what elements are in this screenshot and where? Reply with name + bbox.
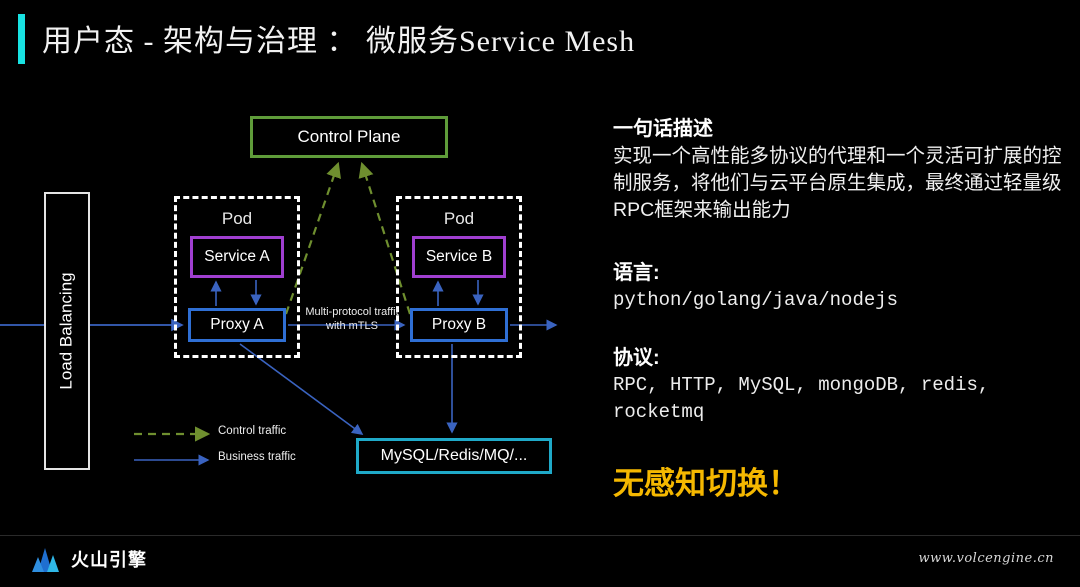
multi-protocol-label: Multi-protocol traffit with mTLS — [286, 306, 418, 334]
footer-website: www.volcengine.cn — [918, 551, 1054, 566]
legend-row-control: Control traffic — [132, 422, 342, 448]
multi-protocol-line1: Multi-protocol traffit — [305, 306, 399, 318]
brand-name: 火山引擎 — [71, 550, 147, 570]
load-balancing-box[interactable]: Load Balancing — [44, 192, 90, 470]
summary-body: 实现一个高性能多协议的代理和一个灵活可扩展的控制服务，将他们与云平台原生集成，最… — [613, 145, 1062, 221]
page-title: 用户态 - 架构与治理 ： 微服务Service Mesh — [42, 25, 636, 58]
footer-divider — [0, 535, 1080, 536]
proxy-b-box[interactable]: Proxy B — [410, 308, 508, 342]
protocol-block: 协议: RPC, HTTP, MySQL, mongoDB, redis, ro… — [613, 341, 1065, 425]
volcano-logo-icon — [32, 548, 59, 572]
legend-label-business: Business traffic — [218, 451, 296, 463]
datastore-box[interactable]: MySQL/Redis/MQ/... — [356, 438, 552, 474]
protocol-value: RPC, HTTP, MySQL, mongoDB, redis, rocket… — [613, 374, 990, 423]
control-plane-label: Control Plane — [297, 127, 401, 146]
pod-a-label: Pod — [221, 209, 253, 228]
slide-title-row: 用户态 - 架构与治理 ： 微服务Service Mesh — [0, 0, 1080, 78]
info-panel: 一句话描述 实现一个高性能多协议的代理和一个灵活可扩展的控制服务，将他们与云平台… — [613, 112, 1065, 503]
slide-footer: 火山引擎 www.volcengine.cn — [0, 535, 1080, 587]
service-b-label: Service B — [425, 248, 493, 265]
service-a-box[interactable]: Service A — [190, 236, 284, 278]
proxy-a-box[interactable]: Proxy A — [188, 308, 286, 342]
architecture-diagram: Load Balancing Control Plane Pod Service… — [0, 78, 600, 508]
control-plane-box[interactable]: Control Plane — [250, 116, 448, 158]
legend-row-business: Business traffic — [132, 448, 342, 474]
summary-heading: 一句话描述 — [613, 118, 713, 140]
legend-label-control: Control traffic — [218, 425, 287, 437]
language-heading: 语言: — [613, 261, 660, 284]
slide-root: 用户态 - 架构与治理 ： 微服务Service Mesh Load Balan… — [0, 0, 1080, 587]
title-accent-bar — [18, 14, 25, 64]
service-a-label: Service A — [204, 248, 270, 265]
service-b-box[interactable]: Service B — [412, 236, 506, 278]
highlight-text: 无感知切换！ — [613, 465, 799, 501]
load-balancing-label: Load Balancing — [57, 272, 76, 390]
proxy-b-label: Proxy B — [431, 316, 487, 333]
language-value: python/golang/java/nodejs — [613, 288, 899, 311]
datastore-label: MySQL/Redis/MQ/... — [380, 447, 528, 464]
diagram-legend: Control traffic Business traffic — [132, 422, 342, 474]
proxy-a-label: Proxy A — [210, 316, 264, 333]
protocol-heading: 协议: — [613, 347, 660, 370]
brand-lockup: 火山引擎 — [28, 544, 147, 574]
language-block: 语言: python/golang/java/nodejs — [613, 256, 1065, 314]
multi-protocol-line2: with mTLS — [326, 319, 378, 332]
pod-b-label: Pod — [443, 209, 475, 228]
